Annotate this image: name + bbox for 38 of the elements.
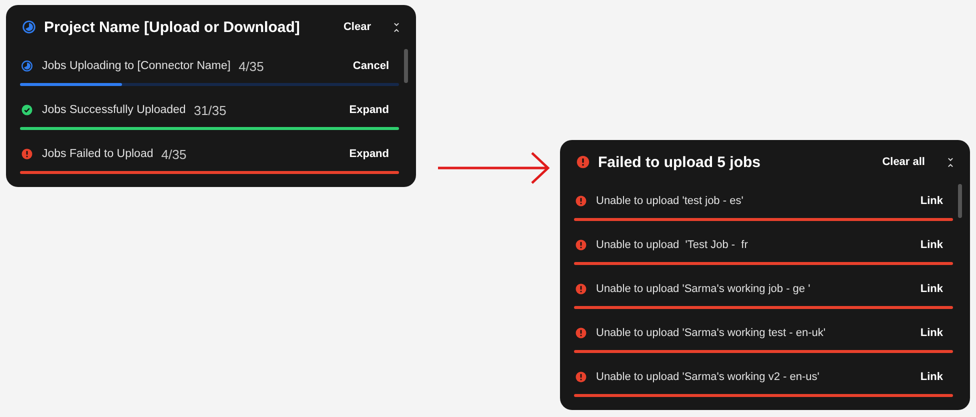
scrollbar[interactable] (958, 184, 962, 218)
expand-button[interactable]: Expand (347, 146, 391, 162)
link-button[interactable]: Link (918, 237, 945, 253)
error-icon (576, 155, 590, 169)
error-message: Unable to upload 'test job - es' (596, 195, 744, 207)
progress-icon (21, 60, 33, 72)
arrow-icon (438, 151, 552, 185)
job-count: 4/35 (238, 58, 265, 74)
error-icon (575, 195, 587, 207)
cancel-button[interactable]: Cancel (350, 58, 391, 74)
link-button[interactable]: Link (918, 193, 945, 209)
error-icon (575, 283, 587, 295)
link-button[interactable]: Link (918, 281, 945, 297)
job-status-label: Jobs Successfully Uploaded (42, 104, 186, 116)
collapse-icon[interactable] (947, 156, 954, 168)
error-icon (575, 239, 587, 251)
link-button[interactable]: Link (918, 369, 945, 385)
scrollbar[interactable] (404, 49, 408, 83)
error-message: Unable to upload 'Sarma's working test - en-uk' (596, 327, 826, 339)
clear-all-button[interactable]: Clear all (880, 154, 927, 170)
job-count: 31/35 (194, 102, 228, 118)
error-message: Unable to upload 'Sarma's working job - ge ' (596, 283, 812, 295)
error-message: Unable to upload 'Sarma's working v2 - en-us' (596, 371, 820, 383)
job-status-label: Jobs Uploading to [Connector Name] (42, 60, 231, 72)
collapse-icon[interactable] (393, 22, 400, 32)
job-count: 4/35 (161, 146, 188, 162)
progress-icon (22, 20, 36, 34)
error-icon (575, 371, 587, 383)
job-status-label: Jobs Failed to Upload (42, 148, 154, 160)
panel-title: Project Name [Upload or Download] (44, 18, 301, 36)
check-icon (21, 104, 33, 116)
panel-title: Failed to upload 5 jobs (598, 154, 762, 170)
expand-button[interactable]: Expand (347, 102, 391, 118)
link-button[interactable]: Link (918, 325, 945, 341)
clear-button[interactable]: Clear (341, 19, 373, 35)
error-message: Unable to upload 'Test Job - fr (596, 239, 749, 251)
error-icon (575, 327, 587, 339)
error-icon (21, 148, 33, 160)
